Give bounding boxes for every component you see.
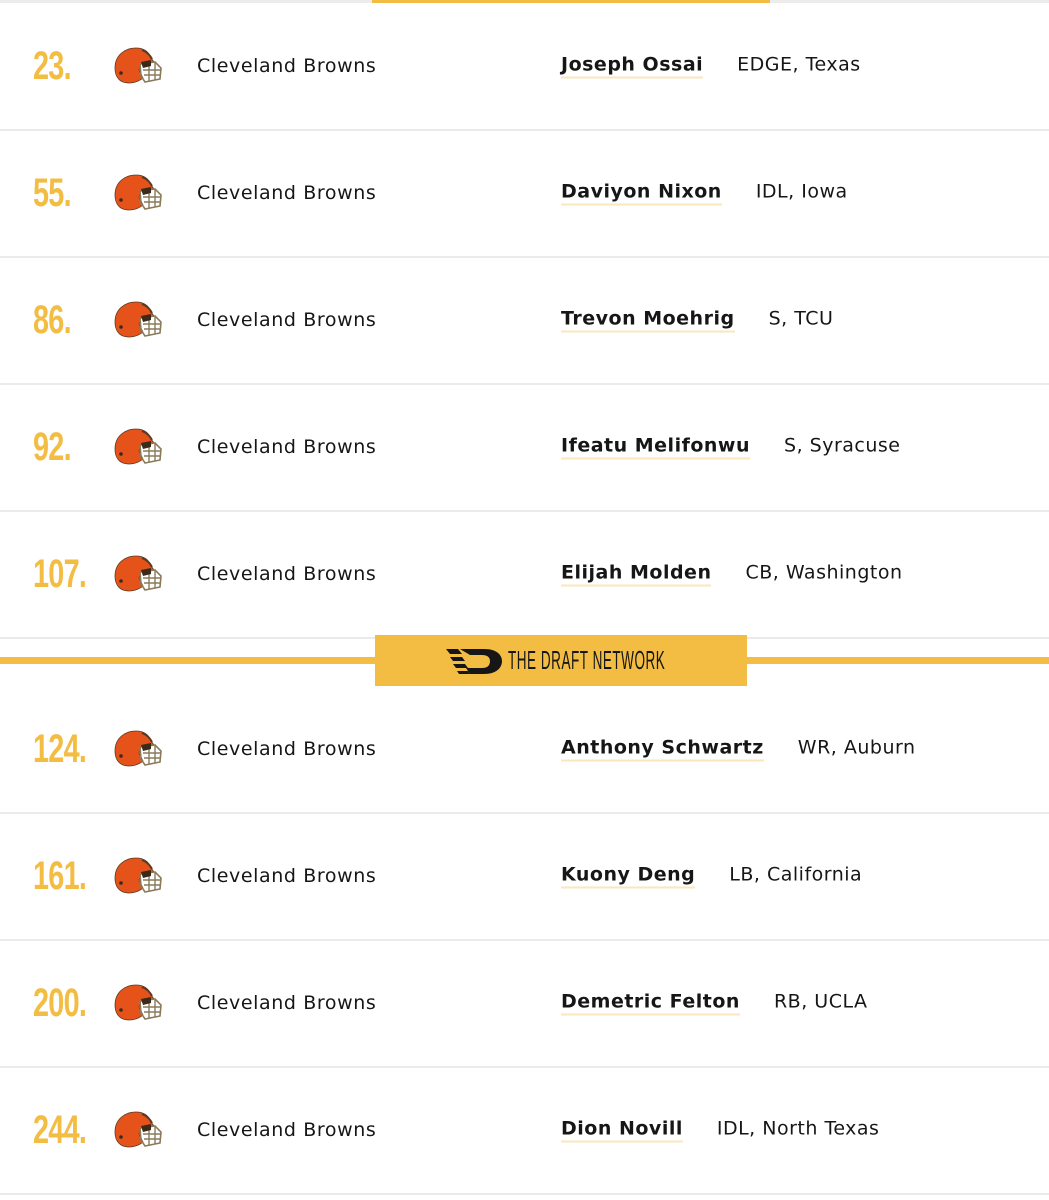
player-info: Kuony Deng LB, California <box>561 864 862 889</box>
pick-number: 244. <box>33 1108 87 1152</box>
team-name: Cleveland Browns <box>197 865 377 887</box>
pick-row: 92. Cleveland Browns Ifeatu Melifonwu S,… <box>0 384 1049 512</box>
cleveland-browns-helmet-icon <box>114 730 162 767</box>
cleveland-browns-helmet-icon <box>114 1111 162 1148</box>
banner-title: THE DRAFT NETWORK <box>508 645 666 675</box>
team-name: Cleveland Browns <box>197 309 377 331</box>
player-info: Daviyon Nixon IDL, Iowa <box>561 181 848 206</box>
player-position-school: WR, Auburn <box>797 736 916 759</box>
cleveland-browns-helmet-icon <box>114 857 162 894</box>
team-name: Cleveland Browns <box>197 738 377 760</box>
cleveland-browns-helmet-icon <box>114 984 162 1021</box>
pick-number: 107. <box>33 552 87 596</box>
player-name-link[interactable]: Joseph Ossai <box>561 54 704 79</box>
pick-number: 23. <box>33 44 72 88</box>
player-name-link[interactable]: Ifeatu Melifonwu <box>561 435 751 460</box>
draft-network-logo-icon <box>446 648 502 674</box>
player-name-link[interactable]: Demetric Felton <box>561 991 740 1016</box>
cleveland-browns-helmet-icon <box>114 174 162 211</box>
team-name: Cleveland Browns <box>197 182 377 204</box>
cleveland-browns-helmet-icon <box>114 301 162 338</box>
player-position-school: IDL, Iowa <box>755 180 848 203</box>
pick-number: 86. <box>33 298 72 342</box>
pick-row: 244. Cleveland Browns Dion Novill IDL, N… <box>0 1067 1049 1195</box>
team-name: Cleveland Browns <box>197 55 377 77</box>
pick-row: 23. Cleveland Browns Joseph Ossai EDGE, … <box>0 3 1049 131</box>
player-info: Ifeatu Melifonwu S, Syracuse <box>561 435 901 460</box>
player-info: Anthony Schwartz WR, Auburn <box>561 737 916 762</box>
team-name: Cleveland Browns <box>197 1119 377 1141</box>
draft-network-banner: THE DRAFT NETWORK <box>375 635 747 686</box>
pick-row: 200. Cleveland Browns Demetric Felton RB… <box>0 940 1049 1068</box>
team-name: Cleveland Browns <box>197 992 377 1014</box>
player-position-school: LB, California <box>729 863 863 886</box>
player-info: Dion Novill IDL, North Texas <box>561 1118 879 1143</box>
player-position-school: CB, Washington <box>745 561 903 584</box>
pick-number: 55. <box>33 171 72 215</box>
player-name-link[interactable]: Daviyon Nixon <box>561 181 722 206</box>
pick-row: 124. Cleveland Browns Anthony Schwartz W… <box>0 686 1049 814</box>
player-position-school: S, TCU <box>768 307 834 330</box>
cleveland-browns-helmet-icon <box>114 47 162 84</box>
player-name-link[interactable]: Trevon Moehrig <box>561 308 735 333</box>
player-info: Trevon Moehrig S, TCU <box>561 308 833 333</box>
player-position-school: RB, UCLA <box>773 990 868 1013</box>
cleveland-browns-helmet-icon <box>114 428 162 465</box>
pick-number: 124. <box>33 727 87 771</box>
pick-number: 200. <box>33 981 87 1025</box>
player-info: Elijah Molden CB, Washington <box>561 562 903 587</box>
player-position-school: S, Syracuse <box>784 434 901 457</box>
player-info: Joseph Ossai EDGE, Texas <box>561 54 861 79</box>
pick-row: 161. Cleveland Browns Kuony Deng LB, Cal… <box>0 813 1049 941</box>
player-name-link[interactable]: Elijah Molden <box>561 562 712 587</box>
player-info: Demetric Felton RB, UCLA <box>561 991 867 1016</box>
team-name: Cleveland Browns <box>197 563 377 585</box>
cleveland-browns-helmet-icon <box>114 555 162 592</box>
player-name-link[interactable]: Kuony Deng <box>561 864 696 889</box>
player-name-link[interactable]: Anthony Schwartz <box>561 737 764 762</box>
pick-row: 107. Cleveland Browns Elijah Molden CB, … <box>0 511 1049 639</box>
pick-row: 86. Cleveland Browns Trevon Moehrig S, T… <box>0 257 1049 385</box>
player-position-school: EDGE, Texas <box>737 53 861 76</box>
pick-row: 55. Cleveland Browns Daviyon Nixon IDL, … <box>0 130 1049 258</box>
player-name-link[interactable]: Dion Novill <box>561 1118 683 1143</box>
team-name: Cleveland Browns <box>197 436 377 458</box>
pick-number: 92. <box>33 425 72 469</box>
pick-number: 161. <box>33 854 87 898</box>
player-position-school: IDL, North Texas <box>716 1117 880 1140</box>
